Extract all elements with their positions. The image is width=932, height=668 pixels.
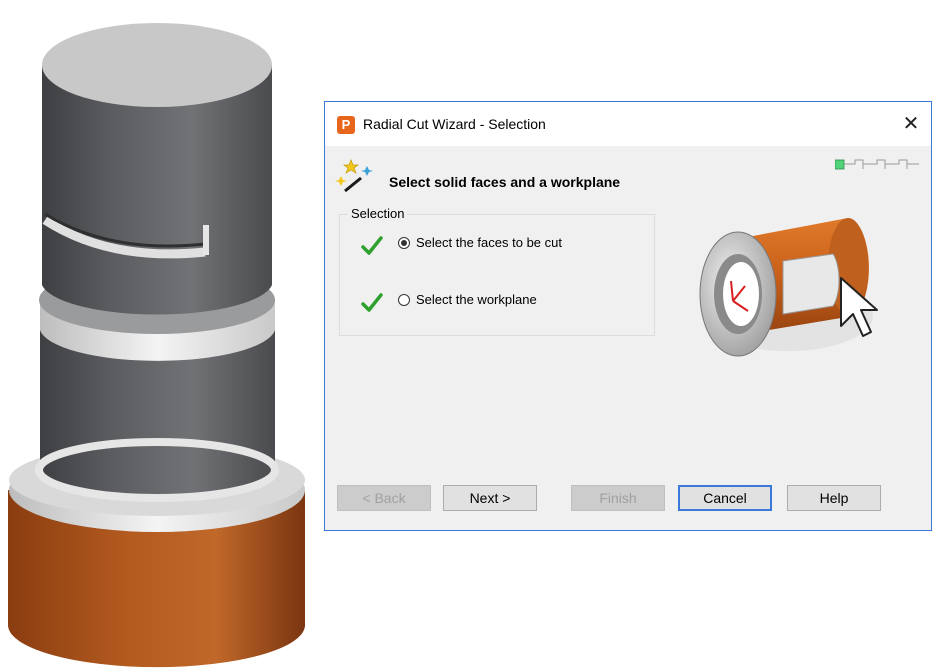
part-3d-model: [8, 23, 305, 668]
app-p-icon: P: [337, 116, 355, 134]
workplane-radio-label[interactable]: Select the workplane: [416, 292, 537, 307]
close-icon[interactable]: ✕: [891, 108, 931, 140]
wizard-step-heading: Select solid faces and a workplane: [389, 174, 621, 190]
cancel-button[interactable]: Cancel: [678, 485, 772, 511]
magic-wand-icon: [335, 159, 373, 193]
wizard-header: Select solid faces and a workplane: [335, 156, 895, 196]
back-button[interactable]: < Back: [337, 485, 431, 511]
window-title: Radial Cut Wizard - Selection: [363, 116, 546, 132]
faces-radio[interactable]: [398, 237, 410, 249]
selection-groupbox: Selection Select the faces to be cut Sel…: [339, 206, 655, 336]
selection-group-label: Selection: [348, 206, 408, 221]
check-icon: [361, 293, 383, 312]
check-icon: [361, 236, 383, 255]
radial-cut-illustration: [699, 218, 878, 357]
workplane-radio[interactable]: [398, 294, 410, 306]
wizard-progress-indicator: [835, 159, 919, 170]
next-button[interactable]: Next >: [443, 485, 537, 511]
radial-cut-wizard-dialog: P Radial Cut Wizard - Selection ✕ Select…: [324, 101, 932, 531]
title-bar[interactable]: P Radial Cut Wizard - Selection ✕: [325, 102, 931, 146]
finish-button[interactable]: Finish: [571, 485, 665, 511]
help-button[interactable]: Help: [787, 485, 881, 511]
faces-radio-label[interactable]: Select the faces to be cut: [416, 235, 562, 250]
